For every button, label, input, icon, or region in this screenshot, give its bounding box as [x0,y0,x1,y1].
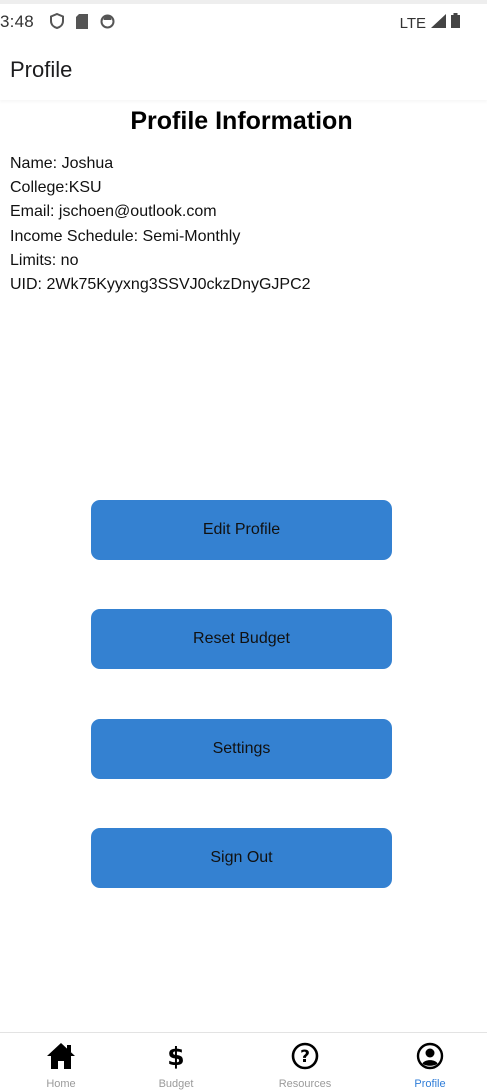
profile-college: College:KSU [10,179,102,197]
app-header: Profile [0,38,487,100]
profile-uid: UID: 2Wk75Kyyxng3SSVJ0ckzDnyGJPC2 [10,276,311,294]
sign-out-button[interactable]: Sign Out [91,828,392,888]
tab-budget[interactable]: $ Budget [115,1033,237,1090]
tab-home[interactable]: Home [0,1033,122,1090]
profile-limits: Limits: no [10,251,79,269]
status-bar: 3:48 LTE [0,0,487,38]
profile-income-schedule: Income Schedule: Semi-Monthly [10,227,241,245]
edit-profile-button[interactable]: Edit Profile [91,500,392,560]
reset-budget-button[interactable]: Reset Budget [91,609,392,669]
status-icons-left [50,12,115,34]
tab-profile-label: Profile [414,1078,446,1090]
profile-info: Name: Joshua College:KSU Email: jschoen@… [10,152,311,297]
status-icons-right: LTE [400,13,460,33]
tab-budget-label: Budget [158,1078,194,1090]
network-type: LTE [399,14,426,32]
tab-profile[interactable]: Profile [369,1033,487,1090]
battery-icon [451,13,460,33]
status-time: 3:48 [0,12,34,31]
user-circle-icon [369,1042,487,1070]
tab-resources[interactable]: ? Resources [244,1033,366,1090]
shield-icon [50,12,64,34]
svg-text:?: ? [300,1047,310,1067]
dollar-icon: $ [115,1042,237,1070]
svg-text:$: $ [167,1042,184,1070]
page-title: Profile [10,57,73,82]
bottom-tab-bar: Home $ Budget ? Resources Profile [0,1032,487,1090]
sync-icon [100,14,115,34]
tab-resources-label: Resources [278,1078,332,1090]
home-icon [0,1042,122,1070]
sim-card-icon [76,13,88,34]
signal-icon [431,13,446,33]
profile-email: Email: jschoen@outlook.com [10,203,217,221]
profile-heading: Profile Information [130,107,353,135]
tab-home-label: Home [46,1078,76,1090]
settings-button[interactable]: Settings [91,719,392,779]
profile-name: Name: Joshua [10,155,114,172]
help-circle-icon: ? [244,1042,366,1070]
